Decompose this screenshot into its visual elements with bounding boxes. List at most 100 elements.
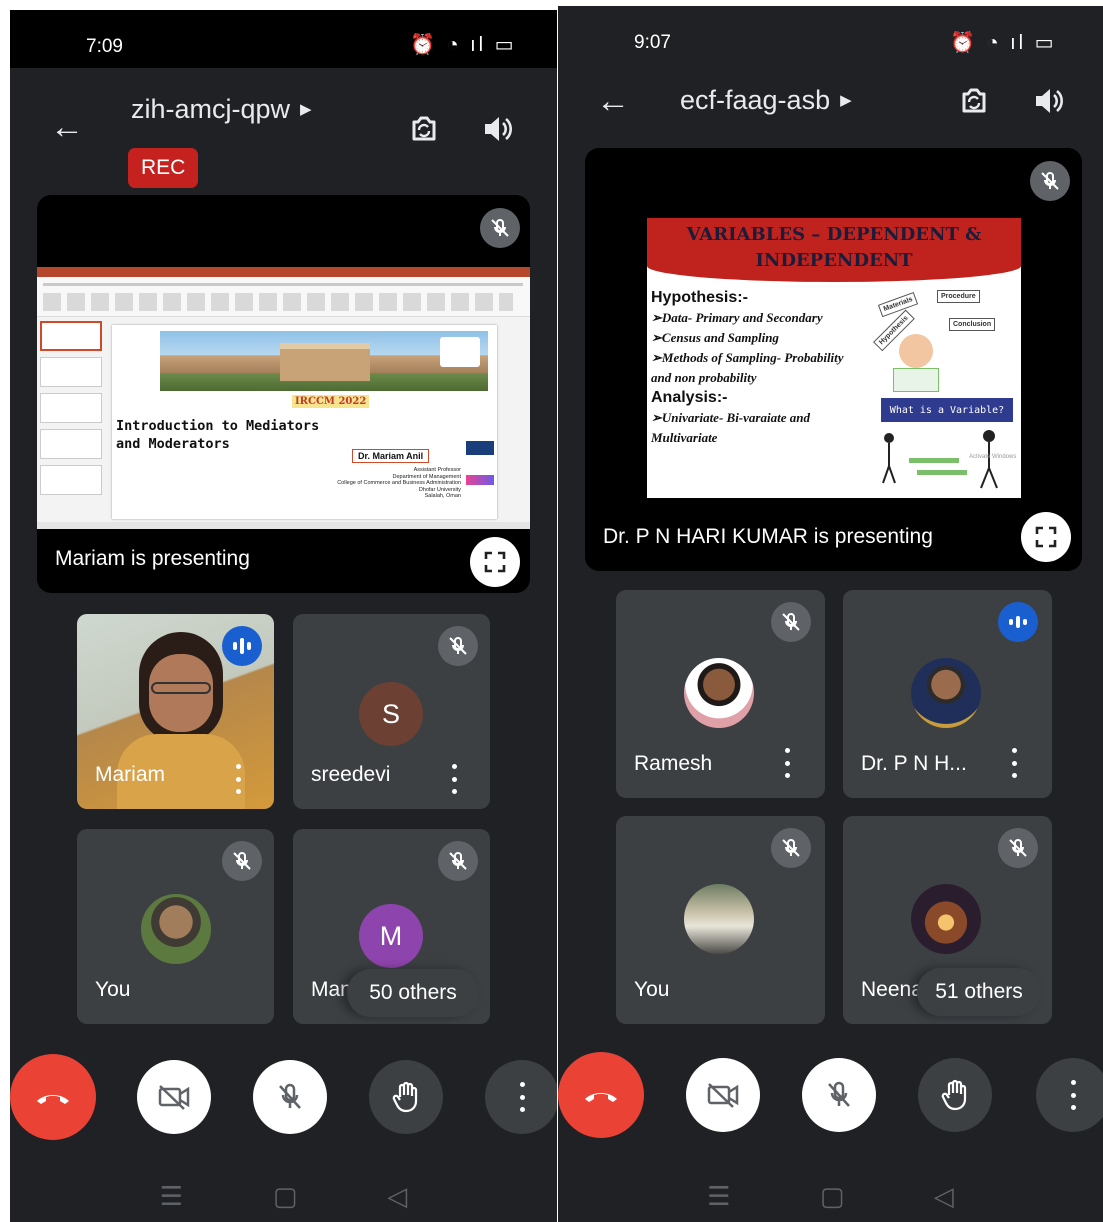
- others-count-button[interactable]: 51 others: [917, 968, 1041, 1016]
- slide-body: Hypothesis:- ➢Data- Primary and Secondar…: [651, 288, 867, 448]
- back-icon[interactable]: ◁: [387, 1181, 407, 1212]
- status-bar: 7:09 ⏰ ◔ ıl ▭: [10, 10, 557, 68]
- slide-affil-line5: Salalah, Oman: [424, 493, 461, 500]
- presentation-card[interactable]: VARIABLES – DEPENDENT & INDEPENDENT Hypo…: [585, 148, 1082, 571]
- speaking-indicator-icon: [222, 626, 262, 666]
- fullscreen-button[interactable]: [1021, 512, 1071, 562]
- ppt-statusbar: [37, 522, 530, 529]
- scientist-head: [899, 334, 933, 368]
- participant-tile-neena[interactable]: Neena 51 others: [843, 816, 1052, 1024]
- participant-tile-you[interactable]: You: [77, 829, 274, 1024]
- avatar: [141, 894, 211, 964]
- slide-heading-line1: VARIABLES – DEPENDENT &: [686, 224, 982, 245]
- mic-off-button[interactable]: [253, 1060, 327, 1134]
- system-nav-bar: ☰ ▢ ◁: [558, 1156, 1103, 1222]
- more-options-icon[interactable]: [233, 764, 243, 794]
- meeting-code[interactable]: zih-amcj-qpw ▶: [131, 94, 312, 125]
- participant-tile-mariam[interactable]: Mariam: [77, 614, 274, 809]
- mic-off-icon: [438, 841, 478, 881]
- more-options-icon[interactable]: [1009, 748, 1019, 778]
- speaker-icon[interactable]: [480, 112, 514, 146]
- others-count-button[interactable]: 50 others: [347, 969, 479, 1017]
- slide-sign: Procedure: [937, 290, 980, 303]
- avatar: [911, 658, 981, 728]
- caret-right-icon: ▶: [300, 101, 312, 118]
- meeting-code-label: zih-amcj-qpw: [131, 94, 291, 124]
- raise-hand-button[interactable]: [918, 1058, 992, 1132]
- slide-illustration: Materials Procedure Conclusion Hypothesi…: [869, 284, 1019, 498]
- menu-icon[interactable]: ☰: [160, 1181, 183, 1212]
- mic-off-button[interactable]: [802, 1058, 876, 1132]
- hang-up-icon: [37, 1095, 69, 1104]
- rec-badge: REC: [128, 148, 199, 188]
- fullscreen-icon: [1035, 526, 1057, 548]
- back-icon[interactable]: ◁: [934, 1181, 954, 1212]
- more-options-button[interactable]: [485, 1060, 557, 1134]
- system-nav-bar: ☰ ▢ ◁: [10, 1156, 557, 1222]
- avatar: S: [359, 682, 423, 746]
- mic-off-icon: [998, 828, 1038, 868]
- participant-name: Neena: [861, 978, 923, 1001]
- meeting-code-label: ecf-faag-asb: [680, 85, 831, 115]
- fullscreen-button[interactable]: [470, 537, 520, 587]
- status-icons: ⏰ ◔ ıl ▭: [950, 32, 1057, 54]
- mic-off-icon: [771, 602, 811, 642]
- raise-hand-button[interactable]: [369, 1060, 443, 1134]
- more-options-icon[interactable]: [449, 764, 459, 794]
- participant-name: Dr. P N H...: [861, 752, 967, 775]
- ppt-thumbnails: [40, 321, 102, 521]
- status-time: 7:09: [86, 36, 123, 57]
- right-phone-screen: 9:07 ⏰ ◔ ıl ▭ ← ecf-faag-asb ▶ VARIABLES …: [558, 6, 1103, 1222]
- speaker-icon[interactable]: [1031, 84, 1065, 118]
- camera-off-button[interactable]: [686, 1058, 760, 1132]
- more-vert-icon: [517, 1082, 527, 1112]
- slide-affil-line4: Dhofar University: [418, 486, 461, 493]
- slide-bullet: ➢Methods of Sampling- Probability: [651, 350, 844, 365]
- presenting-label: Mariam is presenting: [55, 547, 250, 570]
- participant-tile-you[interactable]: You: [616, 816, 825, 1024]
- more-options-button[interactable]: [1036, 1058, 1103, 1132]
- hang-up-icon: [585, 1093, 617, 1102]
- slide-heading-line2: INDEPENDENT: [755, 250, 913, 271]
- slide-sign: Conclusion: [949, 318, 996, 331]
- end-call-button[interactable]: [10, 1054, 96, 1140]
- mic-off-icon: [438, 626, 478, 666]
- slide-bullet-cont: and non probability: [651, 370, 757, 385]
- menu-icon[interactable]: ☰: [707, 1181, 730, 1212]
- participant-tile-ramesh[interactable]: Ramesh: [616, 590, 825, 798]
- participant-tile-manju[interactable]: M Manju 50 others: [293, 829, 490, 1024]
- raise-hand-icon: [941, 1079, 967, 1111]
- home-icon[interactable]: ▢: [273, 1181, 298, 1212]
- flask-bench: [893, 368, 939, 392]
- status-icons: ⏰ ◔ ıl ▭: [410, 34, 517, 56]
- camera-off-icon: [707, 1083, 739, 1108]
- ppt-ribbon: [37, 277, 530, 317]
- slide-bullet-cont: Multivariate: [651, 430, 718, 445]
- mic-off-icon: [222, 841, 262, 881]
- avatar: [911, 884, 981, 954]
- participant-tile-dr-p-n-h[interactable]: Dr. P N H...: [843, 590, 1052, 798]
- end-call-button[interactable]: [558, 1052, 644, 1138]
- mic-off-icon: [480, 208, 520, 248]
- home-icon[interactable]: ▢: [820, 1181, 845, 1212]
- participant-tile-sreedevi[interactable]: S sreedevi: [293, 614, 490, 809]
- mic-off-icon: [279, 1083, 301, 1109]
- slide-sign: Materials: [877, 291, 919, 318]
- more-options-icon[interactable]: [782, 748, 792, 778]
- participant-name: sreedevi: [311, 763, 391, 786]
- back-arrow-icon[interactable]: ←: [596, 84, 630, 118]
- slide-presenter-name: Dr. Mariam Anil: [352, 449, 430, 463]
- slide-bullet: ➢Univariate- Bi-varaiate and: [651, 410, 810, 425]
- more-vert-icon: [1068, 1080, 1078, 1110]
- switch-camera-icon[interactable]: [956, 83, 992, 119]
- participant-name: Ramesh: [634, 752, 713, 775]
- camera-off-button[interactable]: [137, 1060, 211, 1134]
- presentation-card[interactable]: IRCCM 2022 Introduction to Mediators and…: [37, 195, 530, 593]
- participant-name: You: [634, 978, 670, 1001]
- slide-bullet: ➢Census and Sampling: [651, 330, 779, 345]
- participant-name: Mariam: [95, 763, 166, 786]
- meeting-code[interactable]: ecf-faag-asb ▶: [680, 85, 852, 116]
- back-arrow-icon[interactable]: ←: [50, 110, 84, 144]
- switch-camera-icon[interactable]: [406, 111, 442, 147]
- slide-event-badge: IRCCM 2022: [292, 395, 370, 408]
